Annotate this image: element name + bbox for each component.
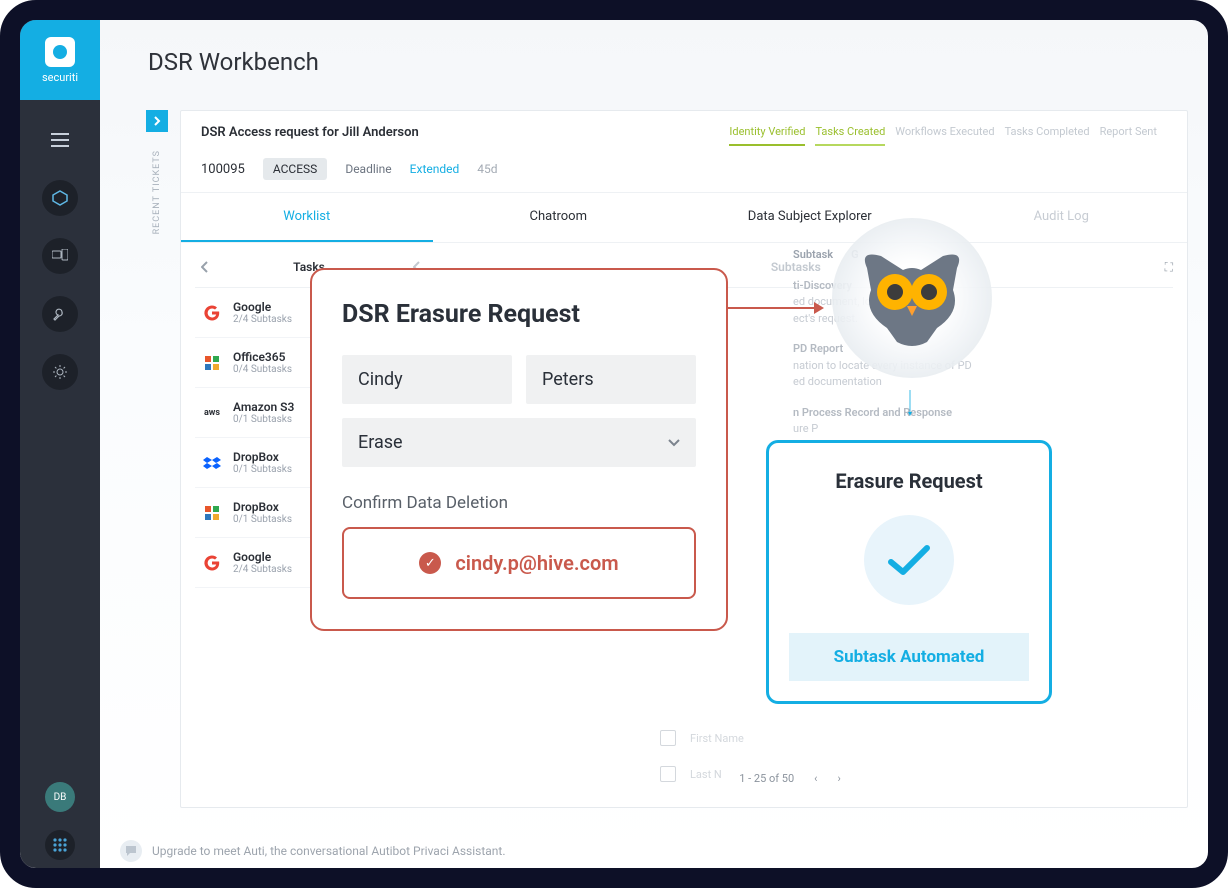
result-badge: Subtask Automated <box>789 633 1029 681</box>
access-tag: ACCESS <box>263 158 327 180</box>
nav-settings-icon[interactable] <box>42 354 78 390</box>
provider-icon <box>201 552 223 574</box>
progress-steps: Identity Verified Tasks Created Workflow… <box>729 125 1157 146</box>
action-select-value: Erase <box>358 432 403 453</box>
erasure-result-modal: Erasure Request Subtask Automated <box>766 440 1052 704</box>
action-select[interactable]: Erase <box>342 418 696 467</box>
tasks-back-icon[interactable] <box>195 257 215 277</box>
page-title: DSR Workbench <box>100 20 1208 96</box>
nav-tools-icon[interactable] <box>42 296 78 332</box>
task-name: Amazon S3 <box>233 400 294 414</box>
step-completed: Tasks Completed <box>1005 125 1090 146</box>
tab-worklist[interactable]: Worklist <box>181 193 433 242</box>
deadline-label: Deadline <box>345 162 391 176</box>
result-title: Erasure Request <box>789 469 1029 493</box>
pagination: 1 - 25 of 50 ‹ › <box>407 758 1173 799</box>
nav-dashboard-icon[interactable] <box>42 180 78 216</box>
ticket-id: 100095 <box>201 162 245 177</box>
pagination-prev-icon[interactable]: ‹ <box>814 772 817 785</box>
step-workflows: Workflows Executed <box>895 125 994 146</box>
task-subcount: 2/4 Subtasks <box>233 564 292 575</box>
chat-upgrade-text: Upgrade to meet Auti, the conversational… <box>152 844 506 858</box>
brand-logo-icon <box>45 37 75 67</box>
arrow-right-icon <box>728 298 824 318</box>
provider-icon <box>201 452 223 474</box>
recent-tickets-label: RECENT TICKETS <box>152 150 162 234</box>
provider-icon: aws <box>201 402 223 424</box>
tab-chatroom[interactable]: Chatroom <box>433 193 685 242</box>
deadline-status[interactable]: Extended <box>410 162 460 176</box>
provider-icon <box>201 302 223 324</box>
task-name: Google <box>233 300 292 314</box>
hamburger-icon[interactable] <box>42 122 78 158</box>
subtasks-column-title: Subtasks <box>771 260 821 274</box>
first-name-field[interactable]: Cindy <box>342 355 512 404</box>
last-name-field[interactable]: Peters <box>526 355 696 404</box>
confirm-label: Confirm Data Deletion <box>342 493 696 513</box>
deadline-days: 45d <box>477 162 497 176</box>
check-circle-icon: ✓ <box>419 552 441 574</box>
confirm-email: cindy.p@hive.com <box>455 551 618 575</box>
erasure-modal-title: DSR Erasure Request <box>342 300 696 329</box>
task-subcount: 0/1 Subtasks <box>233 414 294 425</box>
provider-icon <box>201 502 223 524</box>
expand-icon[interactable]: ⛶ <box>1165 260 1173 275</box>
pagination-next-icon[interactable]: › <box>837 772 840 785</box>
task-name: DropBox <box>233 500 292 514</box>
confirm-box[interactable]: ✓ cindy.p@hive.com <box>342 527 696 599</box>
success-circle-icon <box>864 515 954 605</box>
brand-label: securiti <box>42 71 78 84</box>
provider-icon <box>201 352 223 374</box>
user-avatar[interactable]: DB <box>45 782 75 812</box>
task-name: DropBox <box>233 450 292 464</box>
brand-block: securiti <box>20 20 100 100</box>
task-subcount: 0/4 Subtasks <box>233 364 292 375</box>
apps-grid-icon[interactable] <box>45 830 75 860</box>
task-subcount: 2/4 Subtasks <box>233 314 292 325</box>
step-tasks: Tasks Created <box>815 125 885 146</box>
ghost-first: First Name <box>690 732 744 745</box>
task-subcount: 0/1 Subtasks <box>233 464 292 475</box>
checkbox-icon <box>660 730 676 746</box>
step-identity: Identity Verified <box>729 125 805 146</box>
owl-assistant-icon <box>832 218 992 378</box>
checkbox-icon <box>660 766 676 782</box>
chevron-down-icon <box>668 439 680 447</box>
pagination-text: 1 - 25 of 50 <box>739 772 794 785</box>
sidebar-collapse-button[interactable] <box>146 110 168 132</box>
chat-bubble-icon[interactable] <box>120 840 142 862</box>
erasure-request-modal: DSR Erasure Request Cindy Peters Erase C… <box>310 268 728 631</box>
nav-devices-icon[interactable] <box>42 238 78 274</box>
step-report: Report Sent <box>1100 125 1157 146</box>
task-subcount: 0/1 Subtasks <box>233 514 292 525</box>
task-name: Office365 <box>233 350 292 364</box>
ghost-last: Last N <box>690 768 722 781</box>
task-name: Google <box>233 550 292 564</box>
ghost-rows: First Name Last N <box>660 730 744 782</box>
